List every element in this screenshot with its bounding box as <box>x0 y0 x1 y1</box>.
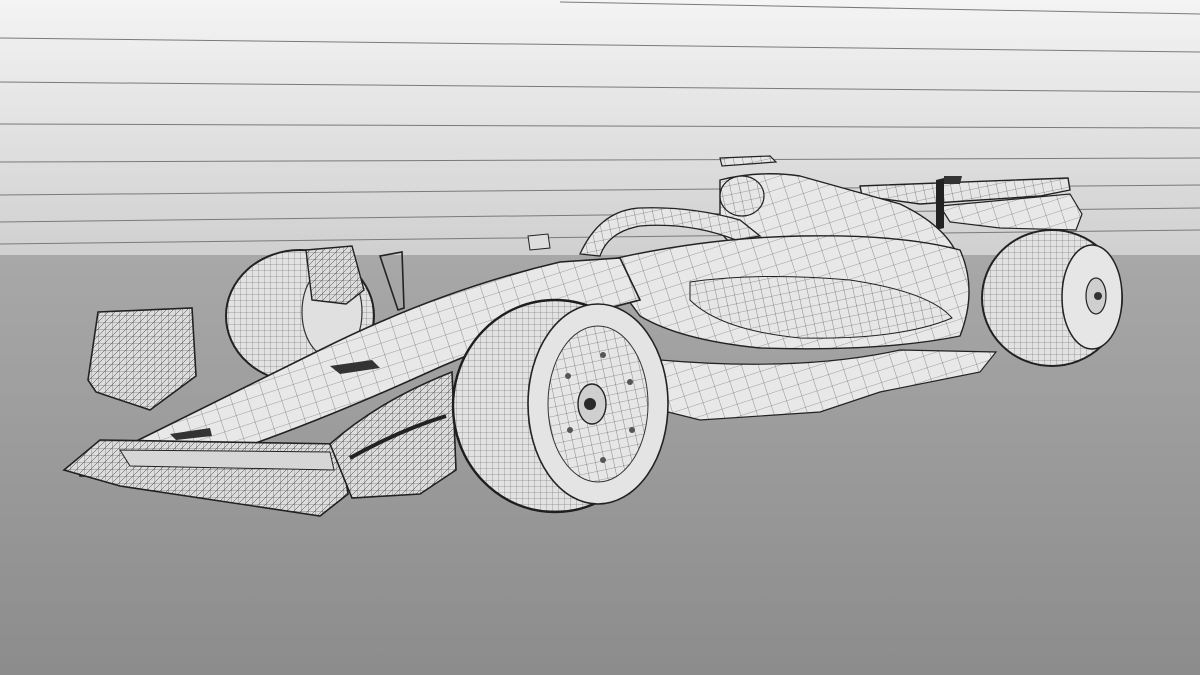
rear-right-wheel <box>981 229 1123 367</box>
wireframe-render <box>0 0 1200 675</box>
render-viewport <box>0 0 1200 675</box>
front-right-wheel <box>451 298 669 514</box>
